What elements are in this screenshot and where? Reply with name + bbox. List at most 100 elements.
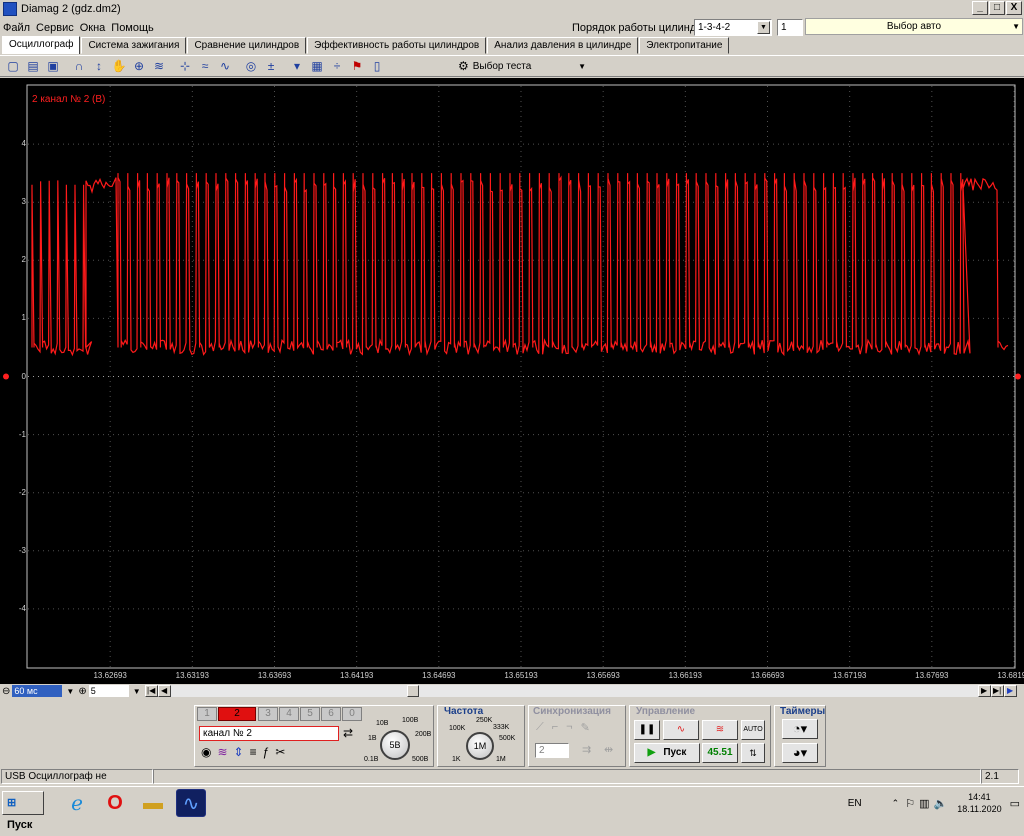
measure-icon[interactable]: ↕ (89, 57, 109, 75)
step-up-icon[interactable]: ⌐ (552, 721, 558, 734)
hand-icon[interactable]: ✋ (109, 57, 129, 75)
voltage-label: 200В (415, 731, 431, 738)
wave-icon[interactable]: ≈ (195, 57, 215, 75)
open-folder-icon[interactable]: ▤ (23, 57, 43, 75)
test-select[interactable]: ⚙ Выбор теста ▼ (458, 57, 586, 75)
zero-icon[interactable]: ± (261, 57, 281, 75)
channel-button-2[interactable]: 2 (218, 707, 256, 721)
zoom-out-icon[interactable]: ⊖ (2, 686, 10, 697)
split-icon[interactable]: ⊹ (175, 57, 195, 75)
sync-left-icon[interactable]: ⇉ (582, 743, 591, 756)
tab-cylinder-efficiency[interactable]: Эффективность работы цилиндров (307, 37, 486, 54)
menu-windows[interactable]: Окна (77, 22, 109, 34)
channel-button-1[interactable]: 1 (197, 707, 217, 721)
play-icon: ▶ (648, 744, 656, 762)
grid-icon[interactable]: ▦ (307, 57, 327, 75)
channel-button-4[interactable]: 4 (279, 707, 299, 721)
y-tick-label: 1 (4, 313, 26, 322)
stopwatch-icon[interactable]: ◕▾ (782, 743, 818, 763)
timebase-select[interactable]: 60 мс (12, 685, 62, 697)
voltage-knob[interactable]: 5В (380, 730, 410, 760)
save-icon[interactable]: ▣ (43, 57, 63, 75)
tab-power[interactable]: Электропитание (639, 37, 729, 54)
tab-ignition[interactable]: Система зажигания (81, 37, 186, 54)
language-indicator[interactable]: EN (848, 798, 862, 809)
channel-name-field[interactable]: канал № 2 (199, 726, 339, 741)
rising-edge-icon[interactable]: ⟋ (536, 721, 544, 734)
frequency-knob[interactable]: 1M (466, 732, 494, 760)
clock[interactable]: 14:41 18.11.2020 (957, 791, 1001, 815)
tab-oscilloscope[interactable]: Осциллограф (2, 36, 80, 54)
cursor-icon[interactable]: ∩ (69, 57, 89, 75)
maximize-button[interactable]: □ (989, 1, 1005, 15)
voltage-label: 1В (368, 735, 377, 742)
tray-expand-icon[interactable]: ⌃ (892, 798, 900, 809)
action-center-icon[interactable]: ⚐ (905, 797, 915, 810)
channel-button-0[interactable]: 0 (342, 707, 362, 721)
minimize-button[interactable]: _ (972, 1, 988, 15)
start-button[interactable]: ▶ Пуск (634, 743, 700, 763)
divisions-select[interactable]: 5 (89, 685, 129, 697)
filter-icon[interactable]: ▾ (287, 57, 307, 75)
taskbar: ⊞ Пуск ℯ O ▬ ∿ EN ⌃ ⚐ ▥ 🔈 14:41 18.11.20… (0, 786, 1024, 819)
channel-button-3[interactable]: 3 (258, 707, 278, 721)
scroll-first-button[interactable]: |◀ (145, 685, 158, 697)
volume-icon[interactable]: 🔈 (934, 797, 948, 810)
auto-scale-icon[interactable]: ◎ (241, 57, 261, 75)
pause-button[interactable]: ❚❚ (634, 720, 660, 740)
cylinder-order-select[interactable]: 1-3-4-2 ▼ (694, 19, 772, 36)
scroll-next-button[interactable]: ▶ (978, 685, 991, 697)
lines-icon[interactable]: ≡ (250, 745, 257, 759)
invert-icon[interactable]: ⇕ (234, 745, 244, 759)
function-icon[interactable]: ƒ (263, 745, 270, 759)
new-file-icon[interactable]: ▢ (3, 57, 23, 75)
show-desktop-icon[interactable]: ▭ (1010, 797, 1020, 810)
close-button[interactable]: X (1006, 1, 1022, 15)
trigger-icon[interactable]: ✎ (581, 721, 590, 734)
wave-icon[interactable]: ≋ (217, 745, 227, 759)
diamag-app-icon[interactable]: ∿ (176, 789, 206, 817)
auto-button[interactable]: AUTO (741, 720, 765, 740)
flag-icon[interactable]: ⚑ (347, 57, 367, 75)
overlay-icon[interactable]: ∿ (215, 57, 235, 75)
horizontal-scrollbar[interactable] (171, 685, 978, 697)
zoom-in-icon[interactable]: ⊕ (78, 686, 86, 697)
menu-service[interactable]: Сервис (33, 22, 77, 34)
sync-right-icon[interactable]: ⇹ (604, 743, 613, 756)
connection-status: USB Осциллограф не подключен (1, 769, 153, 784)
sine-mode-button[interactable]: ∿ (663, 720, 699, 740)
scroll-last-button[interactable]: ▶| (991, 685, 1004, 697)
x-tick-label: 13.62693 (88, 671, 132, 680)
divider-icon[interactable]: ÷ (327, 57, 347, 75)
timer-icon[interactable]: ◔▾ (782, 719, 818, 739)
multi-wave-button[interactable]: ≋ (702, 720, 738, 740)
cylinder-count-spinner[interactable]: 1 (777, 19, 803, 36)
menu-file[interactable]: Файл (0, 22, 33, 34)
auto-select[interactable]: Выбор авто ▼ (805, 18, 1023, 35)
start-menu-button[interactable]: ⊞ Пуск (2, 791, 44, 815)
zoom-icon[interactable]: ⊕ (129, 57, 149, 75)
x-tick-label: 13.64193 (335, 671, 379, 680)
swap-icon[interactable]: ⇄ (343, 726, 353, 740)
sync-channel-select[interactable]: 2 (535, 743, 569, 758)
zero-marker-right[interactable] (1015, 374, 1021, 380)
opera-browser-icon[interactable]: O (100, 789, 130, 817)
step-down-icon[interactable]: ¬ (566, 721, 572, 734)
scroll-prev-button[interactable]: ◀ (158, 685, 171, 697)
tab-cylinder-compare[interactable]: Сравнение цилиндров (187, 37, 306, 54)
auto-scale-button[interactable]: ⇅ (741, 743, 765, 763)
play-scroll-button[interactable]: ▶ (1004, 685, 1017, 697)
tools-icon[interactable]: ✂ (275, 745, 285, 759)
eye-icon[interactable]: ◉ (201, 745, 211, 759)
page-icon[interactable]: ▯ (367, 57, 387, 75)
channel-button-6[interactable]: 6 (321, 707, 341, 721)
folder-icon[interactable]: ▬ (138, 789, 168, 817)
menu-help[interactable]: Помощь (108, 22, 157, 34)
channel-button-5[interactable]: 5 (300, 707, 320, 721)
tab-pressure-analysis[interactable]: Анализ давления в цилиндре (487, 37, 638, 54)
x-tick-label: 13.64693 (417, 671, 461, 680)
ie-browser-icon[interactable]: ℯ (62, 789, 92, 817)
network-icon[interactable]: ▥ (919, 797, 929, 810)
scroll-thumb[interactable] (407, 685, 419, 697)
fit-icon[interactable]: ≋ (149, 57, 169, 75)
